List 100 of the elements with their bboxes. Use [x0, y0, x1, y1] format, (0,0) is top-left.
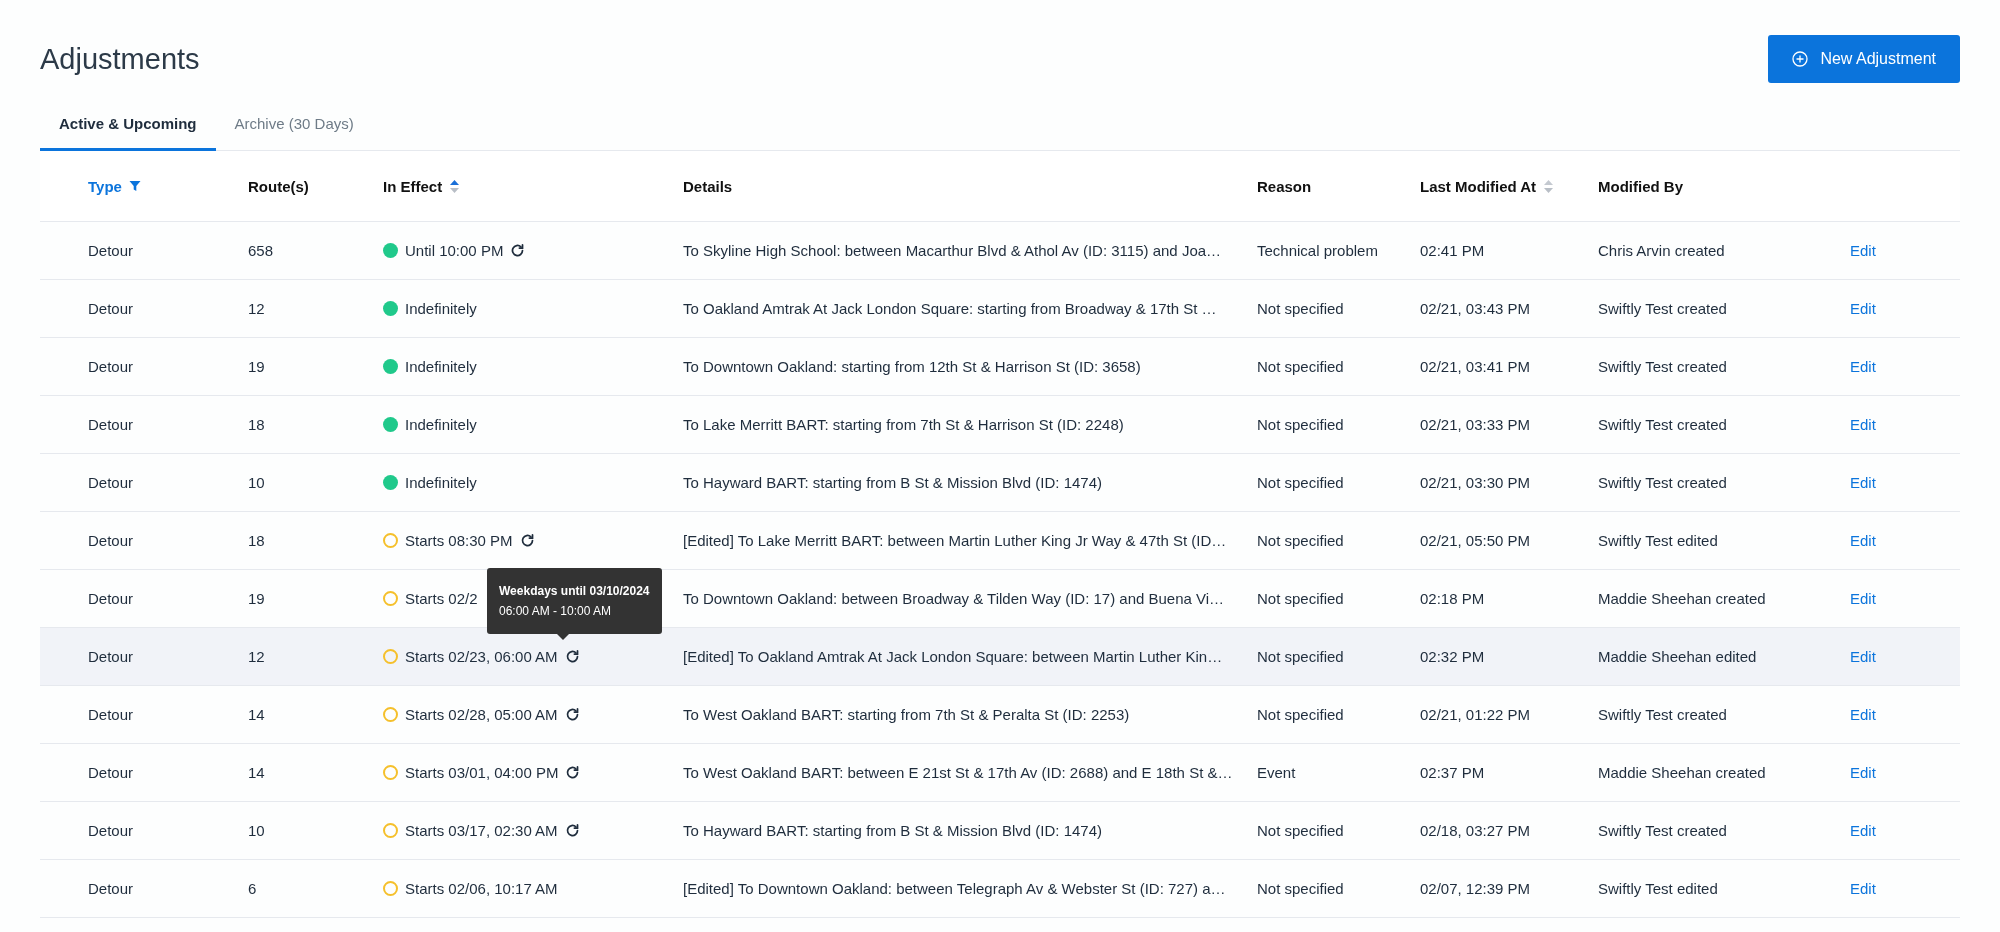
table-cell-text: 02/21, 03:41 PM	[1420, 358, 1532, 375]
edit-link[interactable]: Edit	[1850, 880, 1960, 897]
table-cell-text: [Edited] To Downtown Oakland: between Telegraph Av & Webster St (ID: 727) a…	[683, 880, 1227, 897]
table-cell-text: 02:32 PM	[1420, 648, 1486, 665]
table-cell: Starts 02/2	[405, 590, 478, 607]
edit-link[interactable]: Edit	[1850, 474, 1960, 491]
edit-link[interactable]: Edit	[1850, 648, 1960, 665]
table-cell-text: 19	[248, 590, 266, 607]
table-cell-text: 02:18 PM	[1420, 590, 1486, 607]
column-header[interactable]: In Effect	[383, 177, 443, 195]
table-cell-text: To Oakland Amtrak At Jack London Square: starting from Broadway & 17th St …	[683, 300, 1218, 317]
table-cell-text: Event	[1257, 764, 1297, 781]
filter-icon[interactable]	[128, 180, 141, 192]
new-adjustment-button[interactable]: New Adjustment	[1768, 35, 1960, 83]
table-cell: Starts 02/28, 05:00 AM	[405, 706, 558, 723]
tooltip-pointer	[557, 634, 569, 640]
table-row[interactable]: Detour 10 Starts 03/17, 02:30 AM To Hayward BART: starting from B St & Mission Blvd (ID: 1474) Not specified 02/18, 03:27 PM Swiftly Test created Edit	[40, 802, 1960, 860]
table-cell-text: To Hayward BART: starting from B St & Mission Blvd (ID: 1474)	[683, 474, 1104, 491]
table-cell-text: Detour	[88, 242, 135, 259]
table-cell-text: Maddie Sheehan edited	[1598, 648, 1758, 665]
table-cell-text: To Downtown Oakland: starting from 12th St & Harrison St (ID: 3658)	[683, 358, 1142, 375]
table-cell-text: Not specified	[1257, 532, 1345, 549]
sort-icon[interactable]	[449, 178, 461, 194]
table-cell-text: Swiftly Test edited	[1598, 880, 1719, 897]
table-cell-text: Swiftly Test created	[1598, 416, 1728, 433]
table-cell-text: To West Oakland BART: between E 21st St & 17th Av (ID: 2688) and E 18th St &…	[683, 764, 1234, 781]
edit-link[interactable]: Edit	[1850, 590, 1960, 607]
table-cell-text: 19	[248, 358, 266, 375]
table-cell: Starts 03/01, 04:00 PM	[405, 764, 559, 781]
table-cell-text: 02:37 PM	[1420, 764, 1486, 781]
table-row[interactable]: Detour 12 Indefinitely To Oakland Amtrak At Jack London Square: starting from Broadway & 17th St … Not specified 02/21, 03:43 PM Swiftly Test created Edit	[40, 280, 1960, 338]
repeat-icon	[564, 823, 580, 838]
edit-link[interactable]: Edit	[1850, 532, 1960, 549]
column-header[interactable]: Route(s)	[248, 177, 309, 195]
table-cell-text: [Edited] To Lake Merritt BART: between Martin Luther King Jr Way & 47th St (ID…	[683, 532, 1228, 549]
edit-link[interactable]: Edit	[1850, 242, 1960, 259]
table-row[interactable]: Detour 14 Starts 03/01, 04:00 PM To West Oakland BART: between E 21st St & 17th Av (ID: 2688) and E 18th St &… Event 02:37 PM Maddie Sheehan created Edit	[40, 744, 1960, 802]
table-cell-text: Not specified	[1257, 590, 1345, 607]
table-cell-text: 14	[248, 764, 266, 781]
table-cell: Starts 02/23, 06:00 AM	[405, 648, 558, 665]
table-cell-text: Maddie Sheehan created	[1598, 764, 1767, 781]
edit-link[interactable]: Edit	[1850, 706, 1960, 723]
table-cell-text: 18	[248, 416, 266, 433]
table-cell-text: Detour	[88, 880, 135, 897]
edit-link[interactable]: Edit	[1850, 822, 1960, 839]
table-cell-text: 02/21, 03:33 PM	[1420, 416, 1532, 433]
table-cell-text: Not specified	[1257, 880, 1345, 897]
table-cell: Starts 03/17, 02:30 AM	[405, 822, 558, 839]
table-cell-text: Not specified	[1257, 300, 1345, 317]
table-cell-text: Detour	[88, 416, 135, 433]
table-cell-text: To West Oakland BART: starting from 7th St & Peralta St (ID: 2253)	[683, 706, 1131, 723]
column-header[interactable]: Details	[683, 177, 733, 195]
table-cell-text: Detour	[88, 590, 135, 607]
repeat-icon	[510, 243, 526, 258]
table-cell-text: 02/21, 03:43 PM	[1420, 300, 1532, 317]
column-header[interactable]: Reason	[1257, 177, 1312, 195]
table-cell-text: Detour	[88, 706, 135, 723]
table-cell-text: 658	[248, 242, 275, 259]
edit-link[interactable]: Edit	[1850, 300, 1960, 317]
table-row[interactable]: Detour 14 Starts 02/28, 05:00 AM To West Oakland BART: starting from 7th St & Peralta St (ID: 2253) Not specified 02/21, 01:22 PM Swiftly Test created Edit	[40, 686, 1960, 744]
table-cell-text: Maddie Sheehan created	[1598, 590, 1767, 607]
edit-link[interactable]: Edit	[1850, 358, 1960, 375]
edit-link[interactable]: Edit	[1850, 416, 1960, 433]
page-title: Adjustments	[40, 42, 200, 76]
table-cell-text: Not specified	[1257, 474, 1345, 491]
table-cell-text: 02/21, 01:22 PM	[1420, 706, 1532, 723]
table-row[interactable]: Detour 6 Starts 02/06, 10:17 AM [Edited] To Downtown Oakland: between Telegraph Av & Webster St (ID: 727) a… Not specified 02/07, 12:39 PM Swiftly Test edited Edit	[40, 860, 1960, 918]
table-cell-text: 02/18, 03:27 PM	[1420, 822, 1532, 839]
table-cell-text: 12	[248, 648, 266, 665]
table-row[interactable]: Detour 18 Indefinitely To Lake Merritt BART: starting from 7th St & Harrison St (ID: 2248) Not specified 02/21, 03:33 PM Swiftly Test created Edit	[40, 396, 1960, 454]
column-header[interactable]: Modified By	[1598, 177, 1683, 195]
edit-link[interactable]: Edit	[1850, 764, 1960, 781]
table-cell-text: Detour	[88, 358, 135, 375]
table-cell-text: Detour	[88, 648, 135, 665]
repeat-icon	[564, 649, 580, 664]
table-cell-text: 10	[248, 474, 266, 491]
table-cell-text: 02/07, 12:39 PM	[1420, 880, 1532, 897]
repeat-icon	[565, 765, 581, 780]
column-header[interactable]: Type	[88, 177, 122, 195]
table-cell-text: Swiftly Test created	[1598, 706, 1728, 723]
table-cell-text: 02/21, 05:50 PM	[1420, 532, 1532, 549]
table-row[interactable]: Detour 19 Indefinitely To Downtown Oakland: starting from 12th St & Harrison St (ID: 3658) Not specified 02/21, 03:41 PM Swiftly Test created Edit	[40, 338, 1960, 396]
table-cell-text: Not specified	[1257, 706, 1345, 723]
table-cell-text: Not specified	[1257, 822, 1345, 839]
table-cell-text: Detour	[88, 764, 135, 781]
table-cell-text: 12	[248, 300, 266, 317]
table-cell-text: 18	[248, 532, 266, 549]
table-cell: Indefinitely	[405, 474, 477, 491]
plus-circle-icon	[1792, 51, 1809, 67]
tab[interactable]: Archive (30 Days)	[215, 101, 373, 151]
table-row[interactable]: Detour 658 Until 10:00 PM To Skyline High School: between Macarthur Blvd & Athol Av (ID: 3115) and Joa… Technical problem 02:41 PM Chris Arvin created Edit	[40, 222, 1960, 280]
repeat-icon	[564, 707, 580, 722]
table-cell: Until 10:00 PM	[405, 242, 504, 259]
table-row[interactable]: Detour 10 Indefinitely To Hayward BART: starting from B St & Mission Blvd (ID: 1474) Not specified 02/21, 03:30 PM Swiftly Test created Edit	[40, 454, 1960, 512]
table-cell-text: Swiftly Test created	[1598, 474, 1728, 491]
table-cell-text: Swiftly Test created	[1598, 822, 1728, 839]
table-cell-text: [Edited] To Oakland Amtrak At Jack London Square: between Martin Luther Kin…	[683, 648, 1224, 665]
table-cell-text: Detour	[88, 532, 135, 549]
column-header[interactable]: Last Modified At	[1420, 177, 1537, 195]
table-cell: Indefinitely	[405, 300, 477, 317]
